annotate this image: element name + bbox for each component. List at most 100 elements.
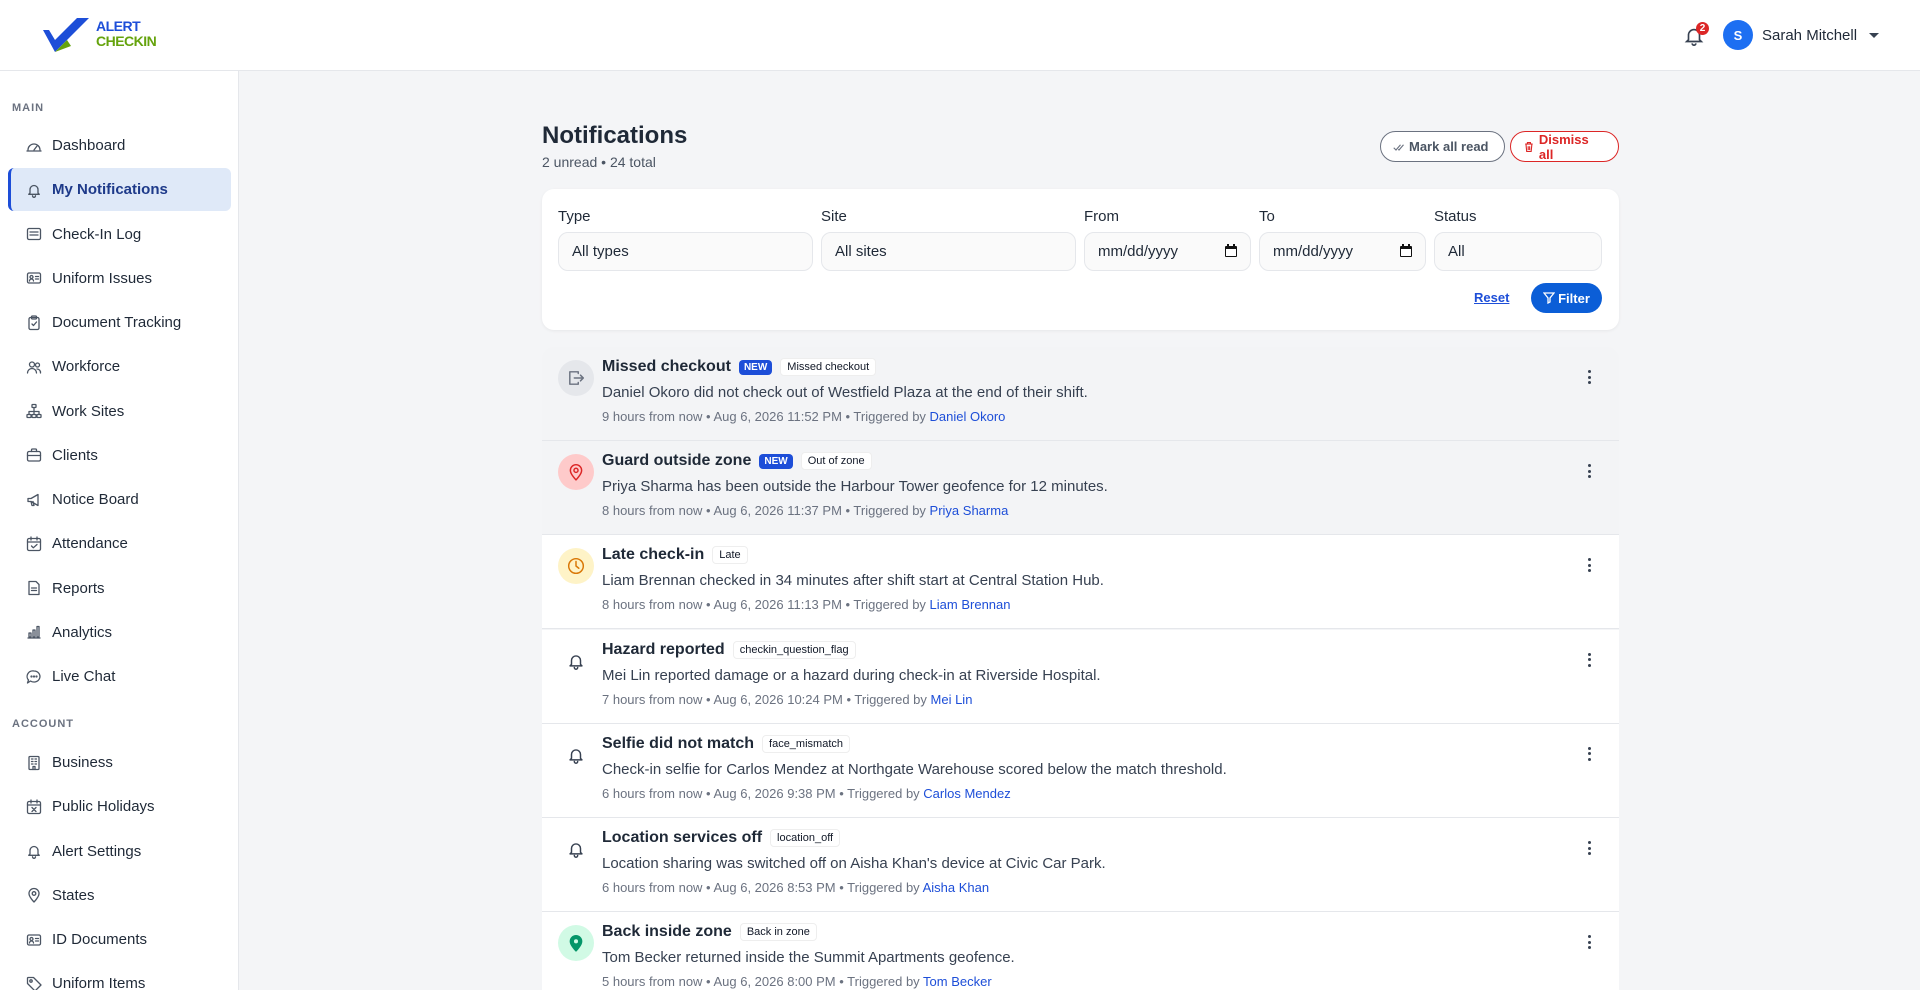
triggered-by-link[interactable]: Daniel Okoro [930, 409, 1006, 424]
notification-meta: 8 hours from now • Aug 6, 2026 11:13 PM … [602, 597, 1011, 612]
logo-line-2: CHECKIN [96, 33, 157, 49]
notification-row[interactable]: Guard outside zone NEW Out of zone Priya Sh… [542, 441, 1619, 536]
sidebar-item-public-holidays[interactable]: Public Holidays [8, 785, 231, 828]
to-date-input[interactable]: mm/dd/yyyy [1259, 232, 1426, 271]
notification-row[interactable]: Hazard reported checkin_question_flag Mei … [542, 629, 1619, 724]
triggered-by-link[interactable]: Carlos Mendez [923, 786, 1010, 801]
notification-title: Missed checkout [602, 358, 731, 375]
briefcase-icon [26, 448, 42, 462]
notification-row[interactable]: Late check-in Late Liam Brennan checked in… [542, 535, 1619, 630]
triggered-by-link[interactable]: Mei Lin [931, 692, 973, 707]
sidebar-item-business[interactable]: Business [8, 741, 231, 784]
list-icon [26, 227, 42, 241]
notification-icon-wrap [558, 454, 594, 491]
triggered-by-link[interactable]: Priya Sharma [930, 503, 1009, 518]
type-select[interactable]: All types [558, 232, 813, 271]
clipboard-icon [25, 314, 43, 332]
sidebar-item-label: Uniform Issues [52, 269, 153, 287]
sidebar-item-document-tracking[interactable]: Document Tracking [8, 301, 231, 344]
notification-title: Selfie did not match [602, 734, 755, 752]
filter-button[interactable]: Filter [1531, 283, 1602, 313]
dashboard-icon [25, 137, 43, 155]
calendar-icon[interactable] [1224, 244, 1238, 258]
triggered-by-link[interactable]: Aisha Khan [923, 880, 990, 895]
more-options-icon[interactable] [1582, 744, 1596, 764]
sidebar-item-uniform-issues[interactable]: Uniform Issues [8, 257, 231, 300]
dismiss-all-button[interactable]: Dismiss all [1510, 131, 1619, 162]
sidebar-item-live-chat[interactable]: Live Chat [8, 655, 231, 698]
notification-description: Mei Lin reported damage or a hazard duri… [602, 666, 1101, 684]
reset-filters-link[interactable]: Reset [1474, 290, 1509, 305]
brand-logo[interactable]: ALERT CHECKIN [41, 16, 157, 56]
sidebar-item-id-documents[interactable]: ID Documents [8, 918, 231, 961]
notification-row[interactable]: Missed checkout NEW Missed checkout Daniel … [542, 347, 1619, 441]
notification-title-line: Missed checkout NEW Missed checkout [602, 358, 877, 376]
more-options-icon[interactable] [1582, 461, 1596, 481]
notification-row[interactable]: Location services off location_off Locatio… [542, 818, 1619, 912]
calendar-icon[interactable] [1399, 244, 1413, 258]
sidebar-item-label: Live Chat [52, 668, 116, 685]
more-options-icon[interactable] [1582, 838, 1596, 858]
bell-icon [569, 654, 583, 670]
notification-description: Location sharing was switched off on Ais… [602, 855, 1106, 872]
logo-line-1: ALERT [96, 18, 141, 34]
sidebar-item-label: ID Documents [52, 931, 148, 948]
sidebar-item-label: Notice Board [52, 491, 139, 508]
notification-meta: 6 hours from now • Aug 6, 2026 8:53 PM •… [602, 880, 989, 895]
notification-title-line: Late check-in Late [602, 546, 748, 565]
sidebar-item-my-notifications[interactable]: My Notifications [8, 168, 231, 212]
mark-all-read-button[interactable]: Mark all read [1380, 131, 1505, 162]
notification-icon-wrap [558, 925, 594, 962]
more-options-icon[interactable] [1582, 932, 1596, 952]
bell-icon [28, 184, 40, 198]
notification-row[interactable]: Back inside zone Back in zone Tom Becker r… [542, 912, 1619, 990]
bell-icon [569, 749, 583, 764]
site-select[interactable]: All sites [821, 232, 1076, 271]
sidebar-item-uniform-items[interactable]: Uniform Items [8, 962, 231, 990]
double-check-icon [1393, 143, 1404, 151]
notification-description: Daniel Okoro did not check out of Westfi… [602, 384, 1088, 401]
sidebar-item-analytics[interactable]: Analytics [8, 611, 231, 654]
triggered-by-link[interactable]: Tom Becker [923, 974, 992, 989]
sidebar-item-check-in-log[interactable]: Check-In Log [8, 213, 231, 256]
notification-icon-wrap [558, 737, 594, 773]
notifications-bell-button[interactable]: 2 [1683, 22, 1709, 48]
from-date-input[interactable]: mm/dd/yyyy [1084, 232, 1251, 271]
more-options-icon[interactable] [1582, 650, 1596, 670]
sidebar-item-work-sites[interactable]: Work Sites [8, 390, 231, 433]
notification-description: Priya Sharma has been outside the Harbou… [602, 478, 1108, 496]
trash-icon [1525, 141, 1533, 152]
site-select-value: All sites [835, 243, 887, 260]
status-select[interactable]: All [1434, 232, 1602, 271]
site-filter-label: Site [821, 208, 847, 225]
sidebar-item-workforce[interactable]: Workforce [8, 345, 231, 388]
page-subtitle: 2 unread • 24 total [542, 154, 656, 170]
from-date-label: From [1084, 208, 1119, 225]
sidebar-item-alert-settings[interactable]: Alert Settings [8, 830, 231, 873]
top-bar: ALERT CHECKIN 2 S Sarah Mitchell [0, 0, 1920, 71]
notification-row[interactable]: Selfie did not match face_mismatch Check-i… [542, 723, 1619, 818]
to-date-placeholder: mm/dd/yyyy [1273, 243, 1354, 260]
sidebar-item-label: Attendance [52, 535, 128, 553]
sidebar-item-attendance[interactable]: Attendance [8, 522, 231, 565]
notification-timestamp: 6 hours from now • Aug 6, 2026 8:53 PM •… [602, 880, 923, 895]
notification-title: Back inside zone [602, 923, 732, 941]
sidebar-item-clients[interactable]: Clients [8, 434, 231, 477]
sidebar-item-dashboard[interactable]: Dashboard [8, 124, 231, 167]
sidebar-item-notice-board[interactable]: Notice Board [8, 478, 231, 521]
avatar: S [1723, 20, 1753, 50]
report-icon [25, 579, 43, 597]
user-menu[interactable]: S Sarah Mitchell [1723, 20, 1880, 50]
notification-description: Liam Brennan checked in 34 minutes after… [602, 572, 1104, 590]
sidebar-item-states[interactable]: States [8, 874, 231, 917]
more-options-icon[interactable] [1582, 367, 1596, 387]
triggered-by-link[interactable]: Liam Brennan [930, 597, 1011, 612]
funnel-icon [1543, 292, 1556, 304]
sidebar-item-reports[interactable]: Reports [8, 567, 231, 610]
more-options-icon[interactable] [1582, 555, 1596, 575]
map-pin-filled-icon [569, 935, 583, 952]
notification-type-badge: Missed checkout [780, 358, 877, 376]
to-date-label: To [1259, 208, 1275, 225]
bell-icon [25, 842, 43, 860]
sidebar-item-label: Document Tracking [52, 314, 182, 331]
